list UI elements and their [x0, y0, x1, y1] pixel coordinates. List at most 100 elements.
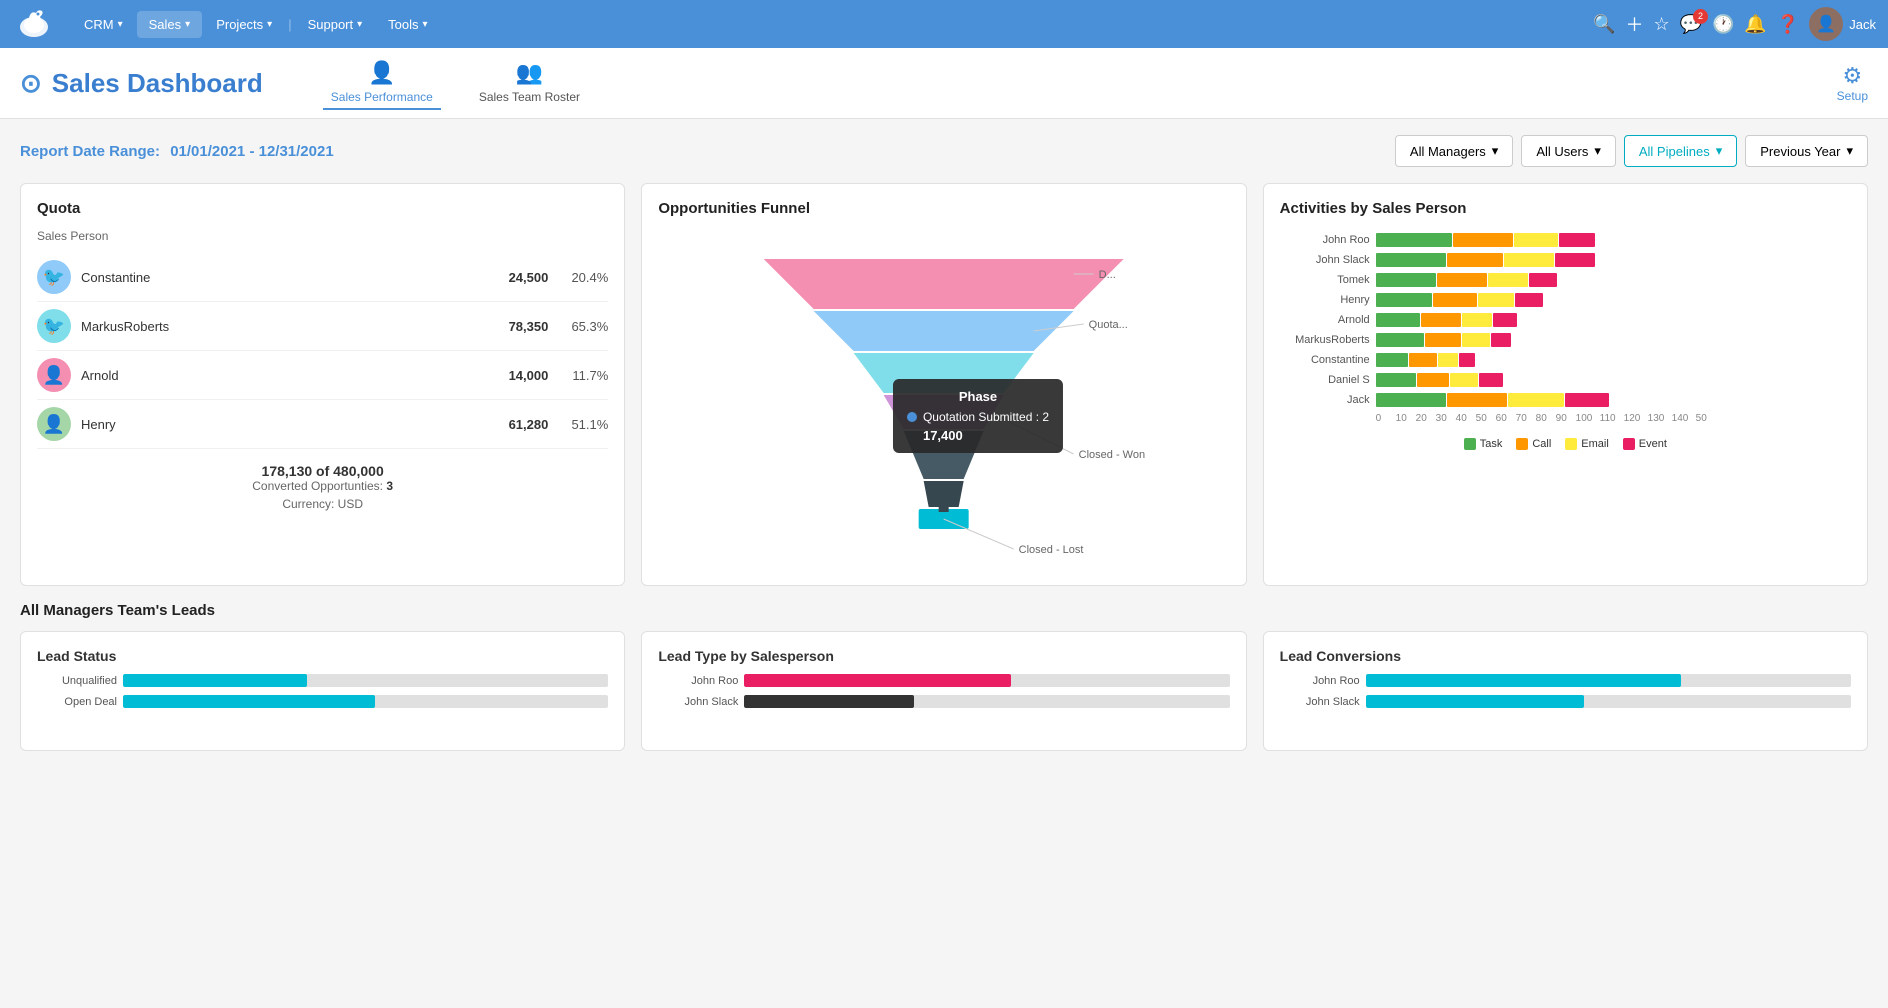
bar-event-arnold — [1493, 313, 1517, 327]
lead-conv-johnroo-track — [1366, 674, 1851, 687]
quota-converted: Converted Opportunties: 3 — [37, 479, 608, 493]
funnel-title: Opportunities Funnel — [658, 200, 1229, 217]
quota-currency: Currency: USD — [37, 497, 608, 511]
add-icon[interactable]: ＋ — [1625, 11, 1643, 37]
previous-year-filter[interactable]: Previous Year ▾ — [1745, 135, 1868, 167]
nav-projects[interactable]: Projects ▾ — [204, 11, 284, 38]
nav-crm[interactable]: CRM ▾ — [72, 11, 135, 38]
leads-row: Lead Status Unqualified Open Deal Lead T… — [20, 631, 1868, 751]
bar-email-jack — [1508, 393, 1564, 407]
all-users-filter[interactable]: All Users ▾ — [1521, 135, 1616, 167]
tab-sales-performance[interactable]: 👤 Sales Performance — [323, 56, 441, 110]
tab-sales-team-roster[interactable]: 👥 Sales Team Roster — [471, 56, 588, 110]
legend-task: Task — [1464, 438, 1503, 450]
bar-event-tomek — [1529, 273, 1557, 287]
lead-type-johnroo-fill — [744, 674, 1011, 687]
activity-row-johnslack: John Slack — [1280, 253, 1851, 267]
lead-type-title: Lead Type by Salesperson — [658, 648, 1229, 664]
bar-task-markus — [1376, 333, 1424, 347]
notification-icon[interactable]: 💬 2 — [1680, 14, 1702, 35]
all-managers-filter[interactable]: All Managers ▾ — [1395, 135, 1513, 167]
lead-conv-johnroo-fill — [1366, 674, 1681, 687]
lead-conv-johnslack-track — [1366, 695, 1851, 708]
lead-conv-johnslack-row: John Slack — [1280, 695, 1851, 708]
tools-chevron-icon: ▾ — [423, 19, 428, 30]
bar-call-tomek — [1437, 273, 1487, 287]
lead-opendeal-row: Open Deal — [37, 695, 608, 708]
activities-chart: John Roo John Slack — [1280, 229, 1851, 428]
legend-event-dot — [1623, 438, 1635, 450]
legend-event: Event — [1623, 438, 1667, 450]
svg-text:Closed - Lost: Closed - Lost — [1019, 544, 1084, 556]
search-icon[interactable]: 🔍 — [1593, 14, 1615, 35]
setup-button[interactable]: ⚙ Setup — [1837, 63, 1868, 103]
bar-task-tomek — [1376, 273, 1436, 287]
funnel-chart: D... Quota... Closed - Won Closed - Lost — [698, 239, 1189, 559]
clock-icon[interactable]: 🕐 — [1712, 14, 1734, 35]
bell-icon[interactable]: 🔔 — [1744, 14, 1766, 35]
bar-call-johnroo — [1453, 233, 1513, 247]
nav-support[interactable]: Support ▾ — [296, 11, 375, 38]
nav-sales[interactable]: Sales ▾ — [137, 11, 203, 38]
lead-conv-johnroo-row: John Roo — [1280, 674, 1851, 687]
bar-email-arnold — [1462, 313, 1492, 327]
avatar-image: 👤 — [1809, 7, 1843, 41]
nav-tools[interactable]: Tools ▾ — [376, 11, 439, 38]
activities-title: Activities by Sales Person — [1280, 200, 1851, 217]
activity-row-constantine: Constantine — [1280, 353, 1851, 367]
avatar-markus: 🐦 — [37, 309, 71, 343]
activity-row-arnold: Arnold — [1280, 313, 1851, 327]
bar-event-jack — [1565, 393, 1609, 407]
quota-row-constantine: 🐦 Constantine 24,500 20.4% — [37, 253, 608, 302]
bar-email-daniels — [1450, 373, 1478, 387]
date-range: Report Date Range: 01/01/2021 - 12/31/20… — [20, 143, 334, 160]
leads-section-title: All Managers Team's Leads — [20, 602, 1868, 619]
help-icon[interactable]: ❓ — [1777, 14, 1799, 35]
unqualified-track — [123, 674, 608, 687]
legend-email-dot — [1565, 438, 1577, 450]
projects-chevron-icon: ▾ — [267, 19, 272, 30]
quota-total: 178,130 of 480,000 — [37, 463, 608, 479]
svg-text:D...: D... — [1099, 269, 1116, 281]
user-name: Jack — [1849, 17, 1876, 32]
legend-call: Call — [1516, 438, 1551, 450]
bar-task-johnslack — [1376, 253, 1446, 267]
bar-email-henry — [1478, 293, 1514, 307]
opendeal-track — [123, 695, 608, 708]
activities-legend: Task Call Email Event — [1280, 438, 1851, 450]
dashboard-icon: ⊙ — [20, 68, 42, 99]
nav-separator: | — [288, 17, 291, 32]
bar-task-constantine — [1376, 353, 1408, 367]
quota-amount-henry: 61,280 — [509, 417, 549, 432]
star-icon[interactable]: ☆ — [1653, 14, 1669, 35]
all-pipelines-filter[interactable]: All Pipelines ▾ — [1624, 135, 1737, 167]
bar-call-henry — [1433, 293, 1477, 307]
bar-task-jack — [1376, 393, 1446, 407]
activity-row-johnroo: John Roo — [1280, 233, 1851, 247]
top-nav-icons: 🔍 ＋ ☆ 💬 2 🕐 🔔 ❓ 👤 Jack — [1593, 7, 1876, 41]
app-logo[interactable] — [12, 7, 56, 41]
quota-subtitle: Sales Person — [37, 229, 608, 243]
legend-task-dot — [1464, 438, 1476, 450]
support-chevron-icon: ▾ — [357, 19, 362, 30]
user-avatar[interactable]: 👤 Jack — [1809, 7, 1876, 41]
activities-card: Activities by Sales Person John Roo John… — [1263, 183, 1868, 586]
quota-row-markus: 🐦 MarkusRoberts 78,350 65.3% — [37, 302, 608, 351]
bar-event-constantine — [1459, 353, 1475, 367]
svg-text:Closed - Won: Closed - Won — [1079, 449, 1145, 461]
bar-call-johnslack — [1447, 253, 1503, 267]
lead-conversions-title: Lead Conversions — [1280, 648, 1851, 664]
quota-pct-henry: 51.1% — [564, 417, 608, 432]
bar-event-henry — [1515, 293, 1543, 307]
crm-chevron-icon: ▾ — [118, 19, 123, 30]
sales-chevron-icon: ▾ — [185, 19, 190, 30]
quota-name-constantine: Constantine — [81, 270, 509, 285]
top-menu: CRM ▾ Sales ▾ Projects ▾ | Support ▾ Too… — [72, 11, 1589, 38]
quota-card: Quota Sales Person 🐦 Constantine 24,500 … — [20, 183, 625, 586]
quota-amount-arnold: 14,000 — [509, 368, 549, 383]
bar-call-markus — [1425, 333, 1461, 347]
bar-event-daniels — [1479, 373, 1503, 387]
quota-pct-arnold: 11.7% — [564, 368, 608, 383]
quota-name-markus: MarkusRoberts — [81, 319, 509, 334]
funnel-card: Opportunities Funnel — [641, 183, 1246, 586]
